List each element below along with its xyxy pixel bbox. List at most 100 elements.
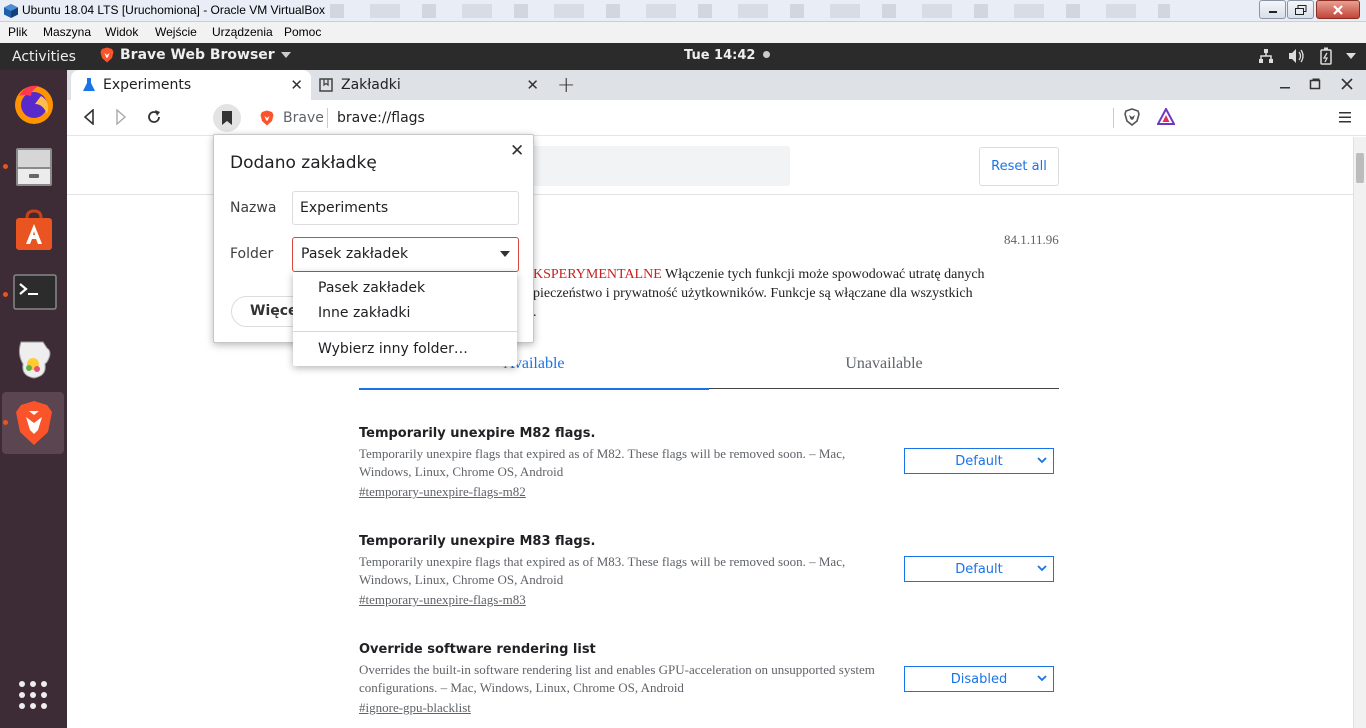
brave-icon: [100, 47, 114, 63]
folder-option-other-bookmarks[interactable]: Inne zakładki: [318, 305, 410, 321]
menu-divider: [293, 331, 517, 332]
ubuntu-dock: [0, 70, 67, 728]
chevron-down-icon: [1037, 675, 1047, 682]
tab-close-icon[interactable]: ✕: [290, 76, 303, 94]
system-tray[interactable]: [1258, 47, 1356, 65]
tab-zakladki[interactable]: Zakładki ✕: [311, 70, 547, 100]
omnibox-separator: [327, 108, 328, 128]
menu-plik[interactable]: Plik: [8, 25, 27, 39]
app-menu-label: Brave Web Browser: [120, 47, 275, 63]
folder-label: Folder: [230, 246, 274, 262]
running-indicator: [3, 292, 8, 297]
flag-description: Overrides the built-in software renderin…: [359, 662, 875, 695]
omnibox-url[interactable]: brave://flags: [337, 110, 425, 126]
ubuntu-top-panel: Activities Brave Web Browser Tue 14:42: [0, 43, 1366, 70]
flag-link[interactable]: #temporary-unexpire-flags-m83: [359, 592, 1059, 608]
brave-rewards-icon[interactable]: [1157, 108, 1175, 126]
browser-tabstrip: Experiments ✕ Zakładki ✕ +: [67, 70, 1366, 100]
network-icon: [1259, 49, 1273, 63]
reset-all-button[interactable]: Reset all: [979, 147, 1059, 186]
chevron-down-icon: [280, 52, 291, 58]
flag-select[interactable]: Default: [904, 556, 1054, 582]
minimize-icon: [1268, 10, 1277, 13]
minimize-window-button[interactable]: [1259, 0, 1286, 19]
menu-icon[interactable]: [1339, 111, 1351, 123]
show-applications-icon[interactable]: [18, 680, 48, 710]
flag-item: Temporarily unexpire M82 flags. Temporar…: [359, 426, 1059, 500]
menu-widok[interactable]: Widok: [105, 25, 138, 39]
flag-item: Temporarily unexpire M83 flags. Temporar…: [359, 534, 1059, 608]
folder-dropdown-menu: Pasek zakładek Inne zakładki Wybierz inn…: [293, 272, 517, 366]
dropdown-arrow-icon: [500, 251, 510, 257]
system-menu-chevron-icon: [1346, 53, 1356, 59]
flag-description: Temporarily unexpire flags that expired …: [359, 554, 846, 587]
terminal-icon: [13, 274, 57, 310]
folder-select-value: Pasek zakładek: [301, 246, 409, 262]
close-window-button[interactable]: [1316, 0, 1360, 19]
flag-name: Override software rendering list: [359, 642, 596, 657]
tab-experiments[interactable]: Experiments ✕: [71, 70, 311, 100]
files-icon: [16, 148, 52, 186]
clock[interactable]: Tue 14:42: [684, 48, 770, 63]
taskbar-ghost: [330, 4, 1170, 18]
forward-icon[interactable]: [115, 109, 127, 125]
menu-wejscie[interactable]: Wejście: [155, 25, 197, 39]
dock-software-center[interactable]: [2, 200, 64, 262]
browser-minimize-icon[interactable]: [1279, 77, 1291, 91]
bookmark-name-input[interactable]: Experiments: [292, 191, 519, 225]
brave-shield-icon: [260, 110, 274, 126]
page-scrollbar[interactable]: [1353, 137, 1366, 728]
firefox-icon: [15, 85, 53, 124]
new-tab-button[interactable]: +: [557, 73, 575, 98]
running-indicator: [3, 420, 8, 425]
flag-name: Temporarily unexpire M82 flags.: [359, 426, 596, 441]
running-indicator: [3, 164, 8, 169]
dock-libreoffice-draw[interactable]: [2, 328, 64, 390]
warning-line-1: Włączenie tych funkcji może spowodować u…: [661, 267, 985, 282]
app-menu[interactable]: Brave Web Browser: [100, 47, 291, 63]
close-icon[interactable]: ✕: [510, 141, 524, 161]
activities-button[interactable]: Activities: [12, 49, 76, 65]
flag-select[interactable]: Disabled: [904, 666, 1054, 692]
scrollbar-thumb[interactable]: [1356, 153, 1364, 183]
clock-label: Tue 14:42: [684, 48, 756, 63]
flag-select-value: Default: [955, 453, 1003, 469]
tab-unavailable[interactable]: Unavailable: [709, 355, 1059, 373]
dock-brave[interactable]: [2, 392, 64, 454]
software-center-icon: [16, 209, 52, 250]
browser-restore-icon[interactable]: [1309, 77, 1321, 91]
address-bar[interactable]: Brave brave://flags: [249, 104, 1169, 132]
flag-name: Temporarily unexpire M83 flags.: [359, 534, 596, 549]
tab-label: Zakładki: [341, 77, 401, 93]
flag-select[interactable]: Default: [904, 448, 1054, 474]
browser-close-icon[interactable]: [1341, 77, 1353, 91]
tab-close-icon[interactable]: ✕: [526, 76, 539, 94]
menu-urzadzenia[interactable]: Urządzenia: [212, 25, 273, 39]
menu-pomoc[interactable]: Pomoc: [284, 25, 321, 39]
chevron-down-icon: [1037, 565, 1047, 572]
virtualbox-icon: [4, 4, 18, 18]
dock-firefox[interactable]: [2, 74, 64, 136]
bookmark-button[interactable]: [213, 104, 241, 132]
browser-toolbar: Brave brave://flags: [67, 100, 1366, 136]
dock-terminal[interactable]: [2, 264, 64, 326]
restore-icon: [1294, 4, 1306, 15]
omnibox-site-label: Brave: [283, 110, 324, 126]
bookmark-folder-select[interactable]: Pasek zakładek: [292, 237, 519, 272]
folder-option-bookmarks-bar[interactable]: Pasek zakładek: [318, 280, 425, 296]
host-window-title: Ubuntu 18.04 LTS [Uruchomiona] - Oracle …: [22, 3, 326, 17]
brave-shields-icon[interactable]: [1124, 108, 1140, 126]
libreoffice-draw-icon: [18, 341, 51, 379]
folder-option-choose-another[interactable]: Wybierz inny folder…: [318, 341, 468, 357]
menu-maszyna[interactable]: Maszyna: [43, 25, 91, 39]
flag-select-value: Disabled: [950, 671, 1008, 687]
reload-icon[interactable]: [146, 109, 162, 125]
maximize-window-button[interactable]: [1287, 0, 1314, 19]
host-window-titlebar: Ubuntu 18.04 LTS [Uruchomiona] - Oracle …: [0, 0, 1366, 22]
back-icon[interactable]: [83, 109, 95, 125]
flag-link[interactable]: #ignore-gpu-blacklist: [359, 700, 1059, 716]
active-tab-underline: [359, 388, 709, 390]
flag-link[interactable]: #temporary-unexpire-flags-m82: [359, 484, 1059, 500]
browser-version: 84.1.11.96: [1004, 232, 1059, 247]
dock-files[interactable]: [2, 136, 64, 198]
